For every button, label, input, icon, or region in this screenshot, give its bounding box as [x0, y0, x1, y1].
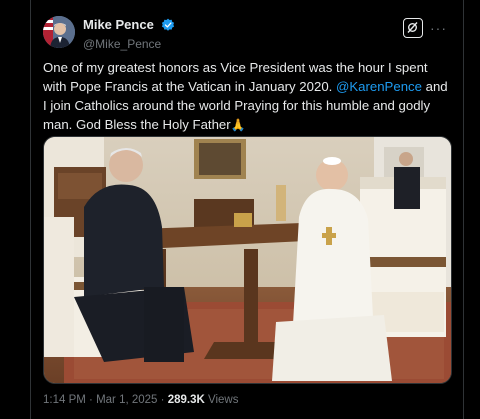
meta-separator: · [89, 394, 93, 406]
post-date[interactable]: Mar 1, 2025 [96, 394, 157, 406]
views-count: 289.3K [167, 394, 205, 406]
more-options-icon[interactable]: ··· [430, 20, 447, 36]
post-meta: 1:14 PM · Mar 1, 2025 · 289.3K Views [43, 394, 238, 406]
post-header: Mike Pence @Mike_Pence ··· [43, 14, 451, 54]
post-photo[interactable] [43, 136, 452, 384]
grok-icon[interactable] [403, 18, 423, 38]
meta-separator: · [160, 394, 165, 406]
post-text: One of my greatest honors as Vice Presid… [43, 58, 451, 135]
views-label: Views [208, 394, 239, 406]
author-block[interactable]: Mike Pence @Mike_Pence [83, 16, 175, 51]
author-handle[interactable]: @Mike_Pence [83, 37, 175, 51]
avatar[interactable] [43, 16, 75, 48]
post-time[interactable]: 1:14 PM [43, 394, 86, 406]
praying-hands-emoji: 🙏 [230, 118, 246, 132]
verified-badge-icon [161, 18, 175, 32]
author-name[interactable]: Mike Pence [83, 17, 154, 32]
mention-link[interactable]: @KarenPence [336, 79, 422, 94]
post-card[interactable]: Mike Pence @Mike_Pence ··· One of my gre… [30, 0, 464, 419]
